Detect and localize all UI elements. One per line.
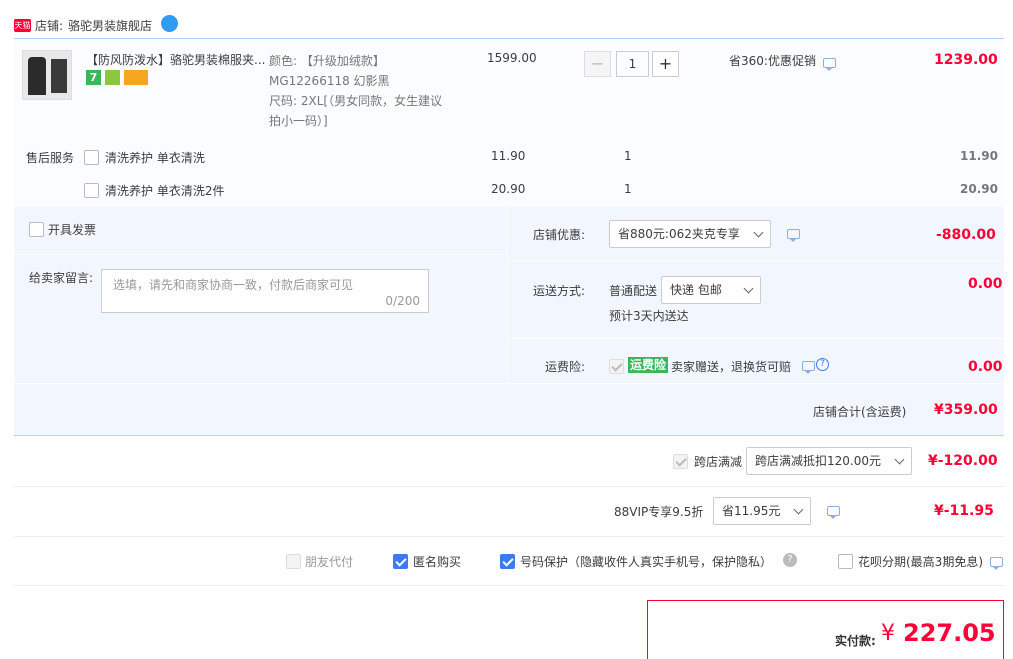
pay-label: 实付款:: [835, 634, 876, 648]
sku-size: 尺码: 2XL[（男女同款，女生建议拍小一码）]: [269, 94, 443, 128]
shop-total-label: 店铺合计(含运费): [813, 405, 907, 419]
message-counter: 0/200: [385, 294, 420, 308]
shop-discount-label: 店铺优惠:: [533, 228, 586, 242]
after-sale-name: 清洗养护 单衣清洗2件: [105, 184, 225, 198]
item-subtotal: 1239.00: [934, 52, 998, 68]
sku-color: 颜色: 【升级加绒款】MG12266118 幻影黑: [269, 54, 390, 88]
shop-label: 店铺:: [35, 19, 64, 33]
vip-label: 88VIP专享9.5折: [614, 505, 704, 519]
shop-name[interactable]: 骆驼男装旗舰店: [68, 17, 152, 34]
invoice-label: 开具发票: [48, 223, 97, 237]
product-image[interactable]: [22, 50, 72, 100]
vip-comment-icon[interactable]: [827, 506, 840, 519]
cross-store-checkbox: [673, 454, 688, 469]
shipping-select[interactable]: 快递 包邮: [661, 276, 761, 304]
vip-amount: ¥-11.95: [934, 503, 994, 519]
message-textarea[interactable]: 选填，请先和商家协商一致，付款后商家可见 0/200: [101, 269, 429, 313]
help-icon[interactable]: ?: [816, 358, 829, 371]
vip-select[interactable]: 省11.95元: [713, 497, 811, 525]
wangwang-icon[interactable]: [161, 15, 178, 32]
badge-card-icon: [124, 70, 148, 85]
shop-discount-select[interactable]: 省880元:062夹克专享: [609, 220, 771, 248]
after-sale-total: 11.90: [960, 149, 998, 163]
badge-7day-icon: 7: [86, 70, 101, 85]
promo-comment-icon[interactable]: [823, 58, 836, 71]
after-sale-checkbox[interactable]: [84, 183, 99, 198]
qty-input[interactable]: 1: [616, 51, 649, 77]
message-placeholder: 选填，请先和商家协商一致，付款后商家可见: [113, 278, 354, 292]
panel-divider: [509, 338, 1004, 339]
after-sale-name: 清洗养护 单衣清洗: [105, 151, 205, 165]
after-sale-price: 11.90: [491, 149, 526, 163]
anonymous-checkbox[interactable]: [393, 554, 408, 569]
freight-ins-checkbox: [609, 359, 624, 374]
shipping-type: 普通配送: [609, 284, 658, 298]
discount-comment-icon[interactable]: [787, 229, 800, 242]
pay-currency: ¥: [881, 621, 895, 646]
panel-divider: [509, 260, 1004, 261]
freight-comment-icon[interactable]: [802, 361, 815, 374]
badge-guarantee-icon: [105, 70, 120, 85]
shipping-label: 运送方式:: [533, 284, 586, 298]
number-protect-checkbox[interactable]: [500, 554, 515, 569]
huabei-checkbox[interactable]: [838, 554, 853, 569]
shipping-eta: 预计3天内送达: [609, 309, 689, 323]
huabei-label: 花呗分期(最高3期免息): [858, 555, 983, 569]
number-protect-label: 号码保护（隐藏收件人真实手机号，保护隐私）: [520, 555, 773, 569]
item-promo: 省360:优惠促销: [729, 54, 816, 68]
tmall-badge: 天猫: [14, 19, 31, 32]
cross-store-amount: ¥-120.00: [928, 453, 998, 469]
after-sale-total: 20.90: [960, 182, 998, 196]
divider: [14, 536, 1004, 537]
help-icon[interactable]: ?: [783, 553, 797, 567]
shipping-amount: 0.00: [968, 276, 1003, 292]
invoice-checkbox[interactable]: [29, 222, 44, 237]
freight-ins-tag: 运费险: [628, 357, 669, 373]
freight-ins-amount: 0.00: [968, 359, 1003, 375]
anonymous-label: 匿名购买: [413, 555, 462, 569]
after-sale-qty: 1: [624, 182, 632, 196]
freight-ins-label: 运费险:: [545, 360, 586, 374]
friend-pay-checkbox: [286, 554, 301, 569]
after-sale-price: 20.90: [491, 182, 526, 196]
panel-divider: [14, 254, 508, 255]
shop-discount-amount: -880.00: [936, 227, 996, 243]
friend-pay-label: 朋友代付: [305, 555, 354, 569]
after-sale-checkbox[interactable]: [84, 150, 99, 165]
panel-divider: [14, 383, 1004, 384]
cross-store-select[interactable]: 跨店满减抵扣120.00元: [746, 447, 912, 475]
product-title[interactable]: 【防风防泼水】骆驼男装棉服夹...: [86, 51, 266, 68]
qty-minus-button[interactable]: −: [584, 51, 611, 77]
divider: [14, 486, 1004, 487]
shop-total-amount: ¥359.00: [934, 402, 998, 418]
cross-store-label: 跨店满减: [694, 455, 743, 469]
after-sale-label: 售后服务: [26, 151, 75, 165]
unit-price: 1599.00: [487, 51, 537, 65]
message-label: 给卖家留言:: [29, 271, 94, 285]
after-sale-qty: 1: [624, 149, 632, 163]
huabei-comment-icon[interactable]: [990, 557, 1003, 570]
pay-amount: 227.05: [903, 619, 996, 647]
freight-ins-desc: 卖家赠送，退换货可赔: [671, 360, 792, 374]
qty-plus-button[interactable]: +: [652, 51, 679, 77]
divider: [14, 585, 1004, 586]
